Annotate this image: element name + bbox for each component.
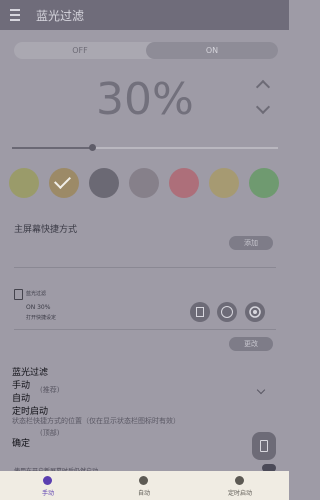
auto-icon [139, 476, 148, 485]
toggle-off-option[interactable]: OFF [14, 42, 146, 59]
app-bar: 蓝光过滤 [0, 0, 289, 30]
settings-icon[interactable] [245, 302, 265, 322]
nav-manual-label: 手动 [41, 490, 54, 497]
phone-fab-icon[interactable] [252, 432, 276, 460]
intensity-slider[interactable] [12, 144, 278, 151]
divider [14, 329, 276, 330]
menu-item-auto[interactable]: 自动 [12, 391, 30, 404]
status-bar-position-label: 状态栏快捷方式的位置（仅在显示状态栏图标时有效） [12, 417, 180, 425]
recommended-label: (推荐) [40, 386, 60, 394]
home-shortcut-label: 主屏幕快捷方式 [14, 225, 78, 235]
status-bar-position-value[interactable]: (顶部) [40, 428, 59, 438]
intensity-value: 30% [96, 74, 194, 125]
menu-icon[interactable] [10, 9, 20, 21]
notification-detail: 打开快捷设定 [26, 315, 57, 321]
phone-small-icon [14, 289, 23, 300]
menu-title: 蓝光过滤 [12, 368, 49, 378]
notification-preview: 蓝光过滤 ON 30% 打开快捷设定 [14, 286, 174, 328]
bottom-navigation: 手动 自动 定时启动 [0, 471, 289, 500]
chevron-up-icon[interactable] [255, 79, 271, 95]
color-swatch[interactable] [9, 168, 39, 198]
notification-status: ON 30% [26, 304, 51, 311]
nav-scheduled-label: 定时启动 [227, 490, 252, 497]
manual-icon [43, 476, 52, 485]
chevron-down-icon[interactable] [255, 99, 271, 115]
on-off-toggle[interactable]: OFF ON [14, 42, 278, 59]
nav-scheduled[interactable]: 定时启动 [192, 471, 288, 500]
nav-auto-label: 自动 [137, 490, 150, 497]
color-swatch[interactable] [129, 168, 159, 198]
divider [14, 267, 276, 268]
alarm-clock-icon [235, 476, 244, 485]
add-shortcut-button[interactable]: 添加 [229, 236, 273, 250]
color-swatch[interactable] [209, 168, 239, 198]
color-swatch[interactable] [89, 168, 119, 198]
color-swatch[interactable] [249, 168, 279, 198]
menu-confirm-button[interactable]: 确定 [12, 436, 30, 449]
chevron-down-icon[interactable] [256, 385, 266, 395]
app-title: 蓝光过滤 [36, 9, 85, 23]
toggle-on-option[interactable]: ON [146, 42, 278, 59]
notification-app-name: 蓝光过滤 [26, 291, 47, 297]
change-notification-button[interactable]: 更改 [229, 337, 273, 351]
phone-icon[interactable] [190, 302, 210, 322]
nav-auto[interactable]: 自动 [96, 471, 192, 500]
checkmark-icon [54, 172, 71, 189]
slider-thumb[interactable] [88, 144, 96, 151]
slider-fill [12, 147, 92, 149]
screenshot-icon[interactable] [217, 302, 237, 322]
nav-manual[interactable]: 手动 [0, 471, 96, 500]
menu-item-manual[interactable]: 手动 [12, 378, 30, 391]
color-swatch[interactable] [169, 168, 199, 198]
menu-item-scheduled[interactable]: 定时启动 [12, 404, 48, 417]
color-swatch[interactable] [49, 168, 79, 198]
